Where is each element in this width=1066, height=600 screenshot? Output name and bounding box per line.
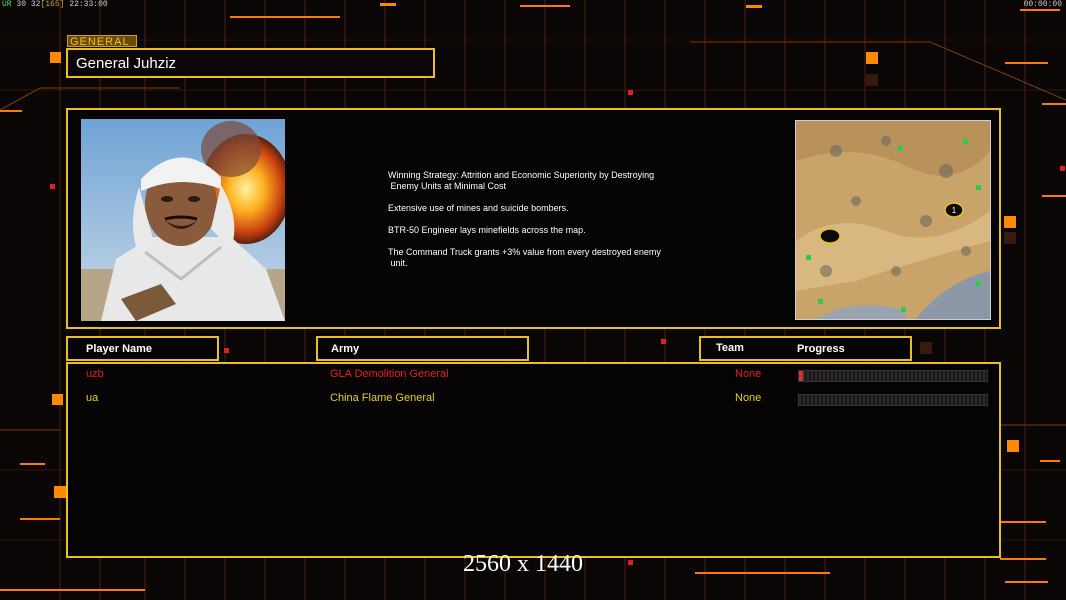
player-team: None: [735, 368, 762, 380]
strategy-line: Extensive use of mines and suicide bombe…: [388, 203, 569, 213]
hud-value-b: 32: [30, 0, 41, 9]
header-army-label: Army: [331, 343, 360, 355]
player-name: uzb: [86, 368, 104, 380]
general-name: General Juhziz: [76, 55, 177, 72]
header-team-label: Team: [716, 342, 744, 354]
player-progress-bar: [798, 394, 988, 406]
player-row[interactable]: ua China Flame General None: [68, 392, 999, 408]
start-position-label: 1: [952, 206, 957, 215]
general-info-panel: Winning Strategy: Attrition and Economic…: [66, 108, 1001, 329]
start-position-empty[interactable]: [819, 228, 841, 244]
player-progress-bar: [798, 370, 988, 382]
header-player-name-label: Player Name: [86, 343, 153, 355]
player-progress-fill: [799, 371, 803, 381]
header-player-name[interactable]: Player Name: [66, 336, 219, 361]
header-progress-label: Progress: [797, 343, 845, 355]
map-preview[interactable]: 1: [795, 120, 991, 320]
hud-prefix: UR: [2, 0, 12, 9]
general-portrait: [81, 119, 285, 321]
hud-status: UR 30 32[165] 22:33:00: [2, 0, 108, 9]
strategy-line: The Command Truck grants +3% value from …: [388, 247, 661, 268]
player-row[interactable]: uzb GLA Demolition General None: [68, 368, 999, 384]
player-team: None: [735, 392, 762, 404]
players-list: uzb GLA Demolition General None ua China…: [66, 362, 1001, 558]
general-title-box: General Juhziz: [66, 48, 435, 78]
hud-value-a: 30: [16, 0, 27, 9]
hud-timer: 00:00:00: [1023, 0, 1062, 9]
hud-value-c: [165]: [40, 0, 65, 9]
strategy-line: Winning Strategy: Attrition and Economic…: [388, 170, 655, 191]
header-team-progress[interactable]: Team Progress: [699, 336, 912, 361]
strategy-line: BTR-50 Engineer lays minefields across t…: [388, 225, 586, 235]
strategy-description: Winning Strategy: Attrition and Economic…: [388, 170, 698, 280]
header-army[interactable]: Army: [316, 336, 529, 361]
player-army: China Flame General: [330, 392, 435, 404]
player-name: ua: [86, 392, 99, 404]
resolution-label: 2560 x 1440: [463, 551, 583, 577]
hud-clock: 22:33:00: [69, 0, 108, 9]
general-tag: GENERAL: [67, 35, 137, 48]
player-army: GLA Demolition General: [330, 368, 449, 380]
